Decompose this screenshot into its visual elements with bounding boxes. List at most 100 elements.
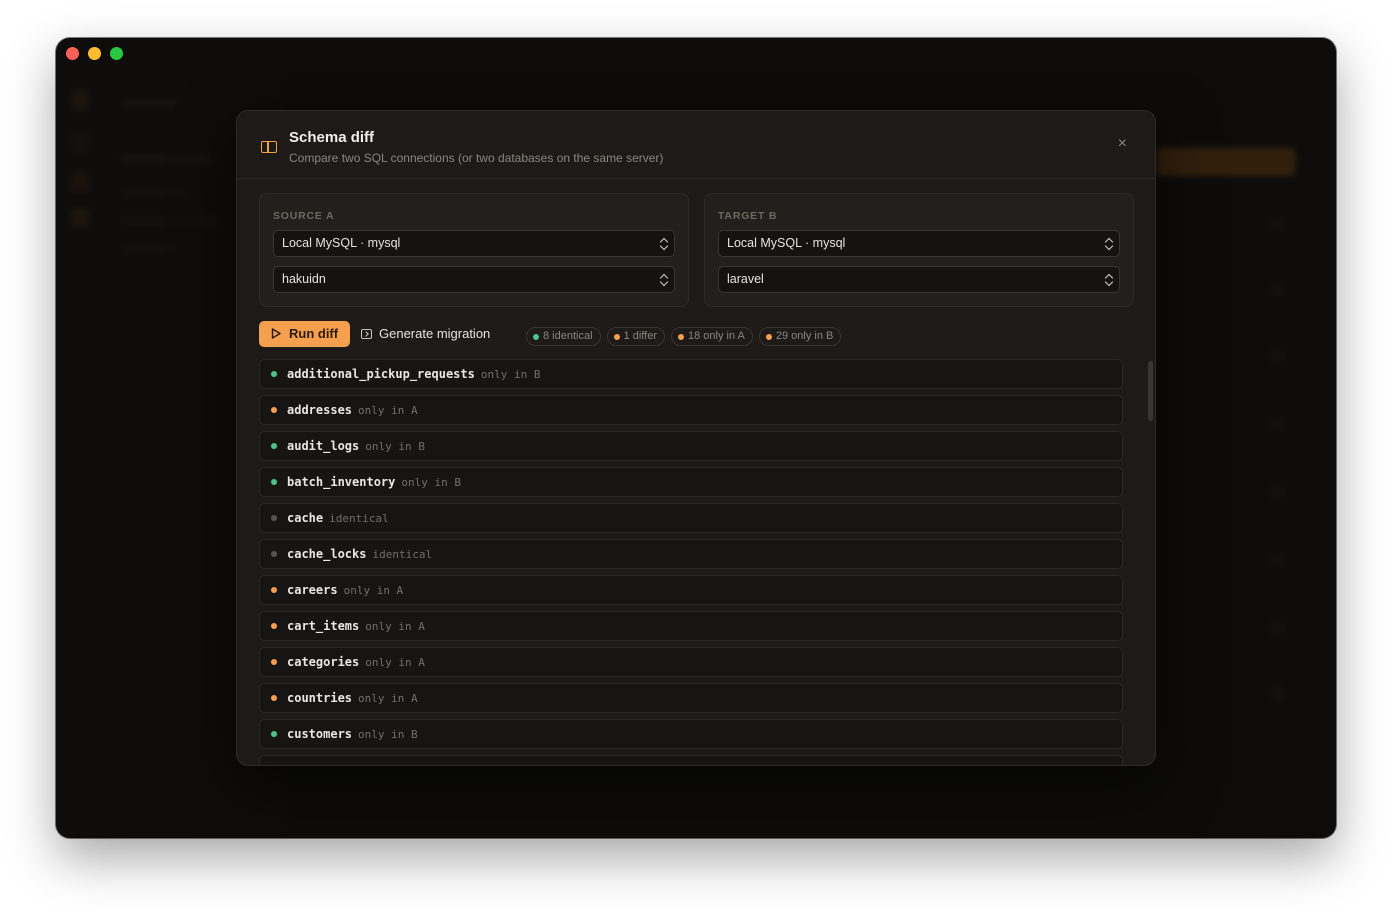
- table-status: identical: [372, 548, 433, 561]
- columns-icon: [261, 141, 277, 153]
- table-status: only in B: [480, 368, 541, 381]
- status-dot: [677, 333, 684, 340]
- target-database-value: laravel: [727, 272, 764, 286]
- target-connection-select[interactable]: Local MySQL · mysql: [718, 230, 1120, 257]
- table-name-text: audit_logs: [287, 439, 360, 453]
- window-controls: [66, 47, 123, 60]
- identical-count-chip: 8 identical: [526, 327, 601, 346]
- table-name: cart_items only in A: [287, 619, 425, 633]
- table-name: categories only in A: [287, 655, 425, 669]
- only-a-count-chip: 18 only in A: [670, 327, 753, 346]
- minimize-window-button[interactable]: [88, 47, 101, 60]
- status-dot: [271, 587, 277, 593]
- modal-subtitle: Compare two SQL connections (or two data…: [289, 151, 664, 165]
- only-a-count: 18 only in A: [687, 330, 745, 342]
- table-name-text: cache: [287, 511, 324, 525]
- table-status: only in A: [365, 620, 425, 633]
- table-status: only in B: [358, 728, 418, 741]
- status-dot: [271, 371, 277, 377]
- table-status: identical: [329, 512, 389, 525]
- list-item[interactable]: cache identical: [259, 503, 1123, 533]
- modal-header: Schema diff Compare two SQL connections …: [237, 111, 1155, 179]
- status-dot: [765, 333, 772, 340]
- list-item[interactable]: audit_logs only in B: [259, 431, 1123, 461]
- terminal-icon: [361, 329, 372, 339]
- status-dot: [613, 333, 620, 340]
- status-dot: [271, 695, 277, 701]
- schema-diff-modal: Schema diff Compare two SQL connections …: [236, 110, 1156, 766]
- only-b-count: 29 only in B: [775, 330, 834, 342]
- summary-chips: 8 identical 1 differ 18 only in A 29 onl…: [526, 327, 842, 346]
- source-connection-value: Local MySQL · mysql: [282, 236, 401, 250]
- table-status: only in A: [343, 584, 404, 597]
- status-dot: [271, 551, 277, 557]
- table-status: only in B: [365, 440, 425, 453]
- table-name-text: cache_locks: [287, 547, 367, 561]
- status-dot: [271, 623, 277, 629]
- list-item[interactable]: countries only in A: [259, 683, 1123, 713]
- list-item[interactable]: addresses only in A: [259, 395, 1123, 425]
- list-item-partial[interactable]: [259, 755, 1123, 765]
- status-dot: [271, 515, 277, 521]
- list-item[interactable]: additional_pickup_requests only in B: [259, 359, 1123, 389]
- table-name: audit_logs only in B: [287, 439, 425, 453]
- only-b-count-chip: 29 only in B: [758, 327, 842, 346]
- close-window-button[interactable]: [66, 47, 79, 60]
- close-icon[interactable]: ×: [1118, 135, 1127, 153]
- table-name-text: careers: [287, 583, 338, 597]
- play-icon: [271, 328, 281, 339]
- status-dot: [271, 659, 277, 665]
- app-window: Schema diff Compare two SQL connections …: [56, 38, 1336, 838]
- table-name-text: categories: [287, 655, 360, 669]
- run-diff-label: Run diff: [289, 326, 339, 341]
- table-name: cache identical: [287, 511, 389, 525]
- maximize-window-button[interactable]: [110, 47, 123, 60]
- generate-migration-label: Generate migration: [379, 326, 491, 341]
- table-name-text: additional_pickup_requests: [287, 367, 475, 381]
- table-status: only in A: [358, 692, 418, 705]
- table-name: batch_inventory only in B: [287, 475, 461, 489]
- list-item[interactable]: cache_locks identical: [259, 539, 1123, 569]
- table-name: countries only in A: [287, 691, 418, 705]
- source-label: SOURCE A: [273, 210, 335, 222]
- table-name: additional_pickup_requests only in B: [287, 367, 540, 381]
- diff-toolbar: Run diff Generate migration 8 identical …: [259, 321, 1133, 347]
- list-scrollbar[interactable]: [1148, 361, 1153, 421]
- list-item[interactable]: categories only in A: [259, 647, 1123, 677]
- table-name-text: countries: [287, 691, 353, 705]
- source-database-select[interactable]: hakuidn: [273, 266, 675, 293]
- source-panel: SOURCE A Local MySQL · mysql hakuidn: [259, 193, 689, 307]
- table-diff-list: additional_pickup_requests only in B addr…: [259, 359, 1123, 765]
- status-dot: [271, 407, 277, 413]
- identical-count: 8 identical: [543, 330, 593, 342]
- list-item[interactable]: batch_inventory only in B: [259, 467, 1123, 497]
- status-dot: [271, 731, 277, 737]
- table-name-text: customers: [287, 727, 353, 741]
- status-dot: [271, 479, 277, 485]
- table-name-text: batch_inventory: [287, 475, 396, 489]
- table-status: only in A: [358, 404, 418, 417]
- target-database-select[interactable]: laravel: [718, 266, 1120, 293]
- table-name: addresses only in A: [287, 403, 418, 417]
- target-connection-value: Local MySQL · mysql: [727, 236, 846, 250]
- modal-title: Schema diff: [289, 129, 375, 146]
- list-item[interactable]: careers only in A: [259, 575, 1123, 605]
- table-name-text: addresses: [287, 403, 353, 417]
- target-label: TARGET B: [718, 210, 778, 222]
- list-item[interactable]: customers only in B: [259, 719, 1123, 749]
- table-name-text: cart_items: [287, 619, 360, 633]
- differ-count: 1 differ: [623, 330, 657, 342]
- run-diff-button[interactable]: Run diff: [259, 321, 350, 347]
- table-status: only in A: [365, 656, 425, 669]
- table-name: customers only in B: [287, 727, 418, 741]
- list-item[interactable]: cart_items only in A: [259, 611, 1123, 641]
- differ-count-chip: 1 differ: [606, 327, 665, 346]
- source-connection-select[interactable]: Local MySQL · mysql: [273, 230, 675, 257]
- table-name: careers only in A: [287, 583, 403, 597]
- status-dot: [271, 443, 277, 449]
- status-dot: [533, 333, 539, 340]
- target-panel: TARGET B Local MySQL · mysql laravel: [704, 193, 1134, 307]
- table-name: cache_locks identical: [287, 547, 432, 561]
- table-status: only in B: [401, 476, 461, 489]
- source-database-value: hakuidn: [282, 272, 326, 286]
